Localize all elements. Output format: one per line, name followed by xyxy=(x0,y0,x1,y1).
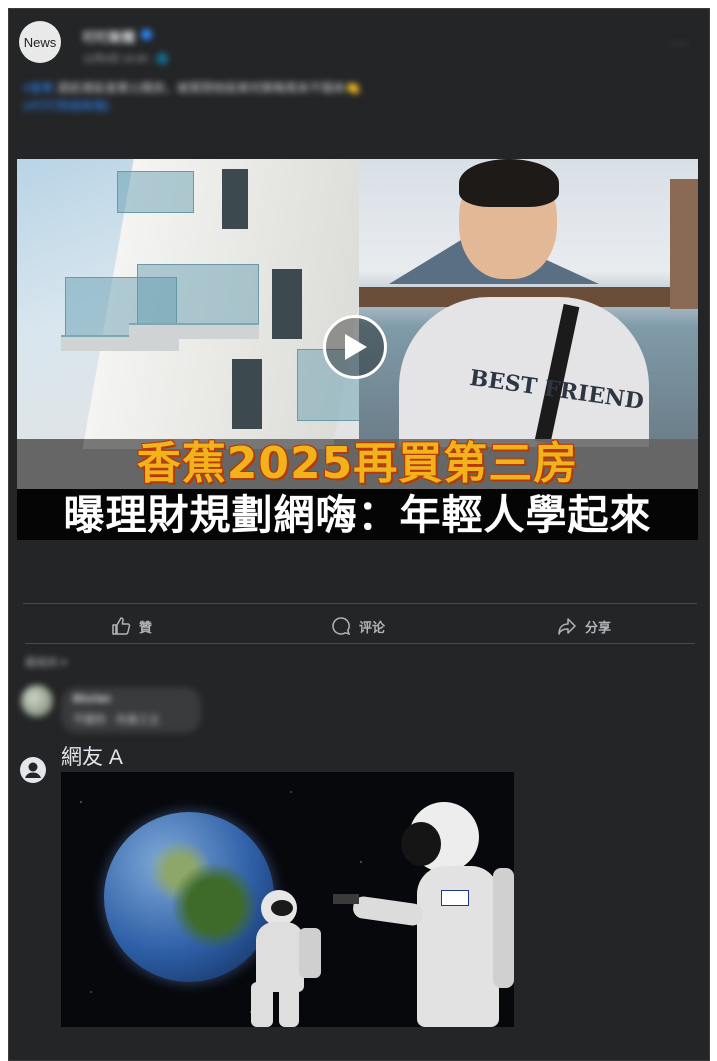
building-window xyxy=(232,359,262,429)
astronaut-leg xyxy=(251,982,273,1027)
caption-text: 週前港區香蕉公開房，被質問他投資何策略再來不隨來🍋 xyxy=(57,81,360,95)
comment-text: 不服你 · 先後工立 xyxy=(73,714,160,726)
more-options-icon[interactable]: ··· xyxy=(670,35,689,53)
video-title-line2: 曝理財規劃網嗨：年輕人學起來 xyxy=(63,491,652,539)
verified-badge-icon xyxy=(141,29,152,40)
person-hair xyxy=(459,159,559,207)
video-title-line1: 香蕉2025再買第三房 xyxy=(136,438,579,489)
balcony xyxy=(129,323,259,339)
page-avatar[interactable]: News xyxy=(19,21,61,63)
user-avatar-icon xyxy=(20,757,46,783)
balcony-glass xyxy=(117,171,194,213)
caption-link[interactable]: (#叮叮財經新聞) xyxy=(23,99,110,113)
comment-bubble-icon xyxy=(332,617,351,636)
share-label: 分享 xyxy=(585,619,612,635)
like-button[interactable]: 贊 xyxy=(111,614,152,638)
play-icon xyxy=(345,334,367,360)
action-divider-bottom xyxy=(25,643,695,644)
building-image xyxy=(17,159,386,449)
page-name[interactable]: 叮叮新聞 xyxy=(83,27,135,46)
video-thumbnail[interactable]: BEST FRIEND 香蕉2025再買第三房 曝理財規劃網嗨：年輕人學起來 xyxy=(17,159,698,540)
astronaut-visor xyxy=(271,900,293,916)
person-image: BEST FRIEND xyxy=(359,159,698,447)
flag-patch xyxy=(441,890,469,906)
caption-hashtag[interactable]: #香蕉 xyxy=(23,81,54,95)
building-window xyxy=(272,269,302,339)
commenter-name[interactable]: 網友 A xyxy=(61,741,123,771)
astronaut-leg xyxy=(279,984,299,1027)
comment-sort-filter[interactable]: 最相关 ▾ xyxy=(25,654,67,670)
astronaut-backpack xyxy=(493,868,514,988)
page-avatar-label: News xyxy=(23,34,57,50)
commenter-name[interactable]: Blurlan xyxy=(73,693,111,705)
commenter-avatar[interactable] xyxy=(21,685,53,717)
earth-image xyxy=(104,812,274,982)
post-card: News 叮叮新聞 12月4日 14:40 · 🌐 ··· #香蕉 週前港區香蕉… xyxy=(8,8,710,1061)
pistol-shape xyxy=(333,894,359,904)
building-window xyxy=(222,169,248,229)
play-button[interactable] xyxy=(323,315,387,379)
like-label: 贊 xyxy=(139,619,153,635)
share-arrow-icon xyxy=(558,618,576,635)
post-timestamp[interactable]: 12月4日 14:40 · 🌐 xyxy=(83,50,169,65)
balcony-glass xyxy=(137,264,259,326)
astronaut-backpack xyxy=(299,928,321,978)
astronaut-visor xyxy=(401,822,441,866)
share-button[interactable]: 分享 xyxy=(557,614,611,638)
thumbs-up-icon xyxy=(112,617,131,635)
comment-meme-image[interactable] xyxy=(61,772,514,1027)
post-caption: #香蕉 週前港區香蕉公開房，被質問他投資何策略再來不隨來🍋 (#叮叮財經新聞) xyxy=(23,79,503,115)
comment-label: 评论 xyxy=(359,619,386,635)
comment-button[interactable]: 评论 xyxy=(331,614,385,638)
tower-shape xyxy=(670,179,698,309)
action-divider-top xyxy=(23,603,697,604)
